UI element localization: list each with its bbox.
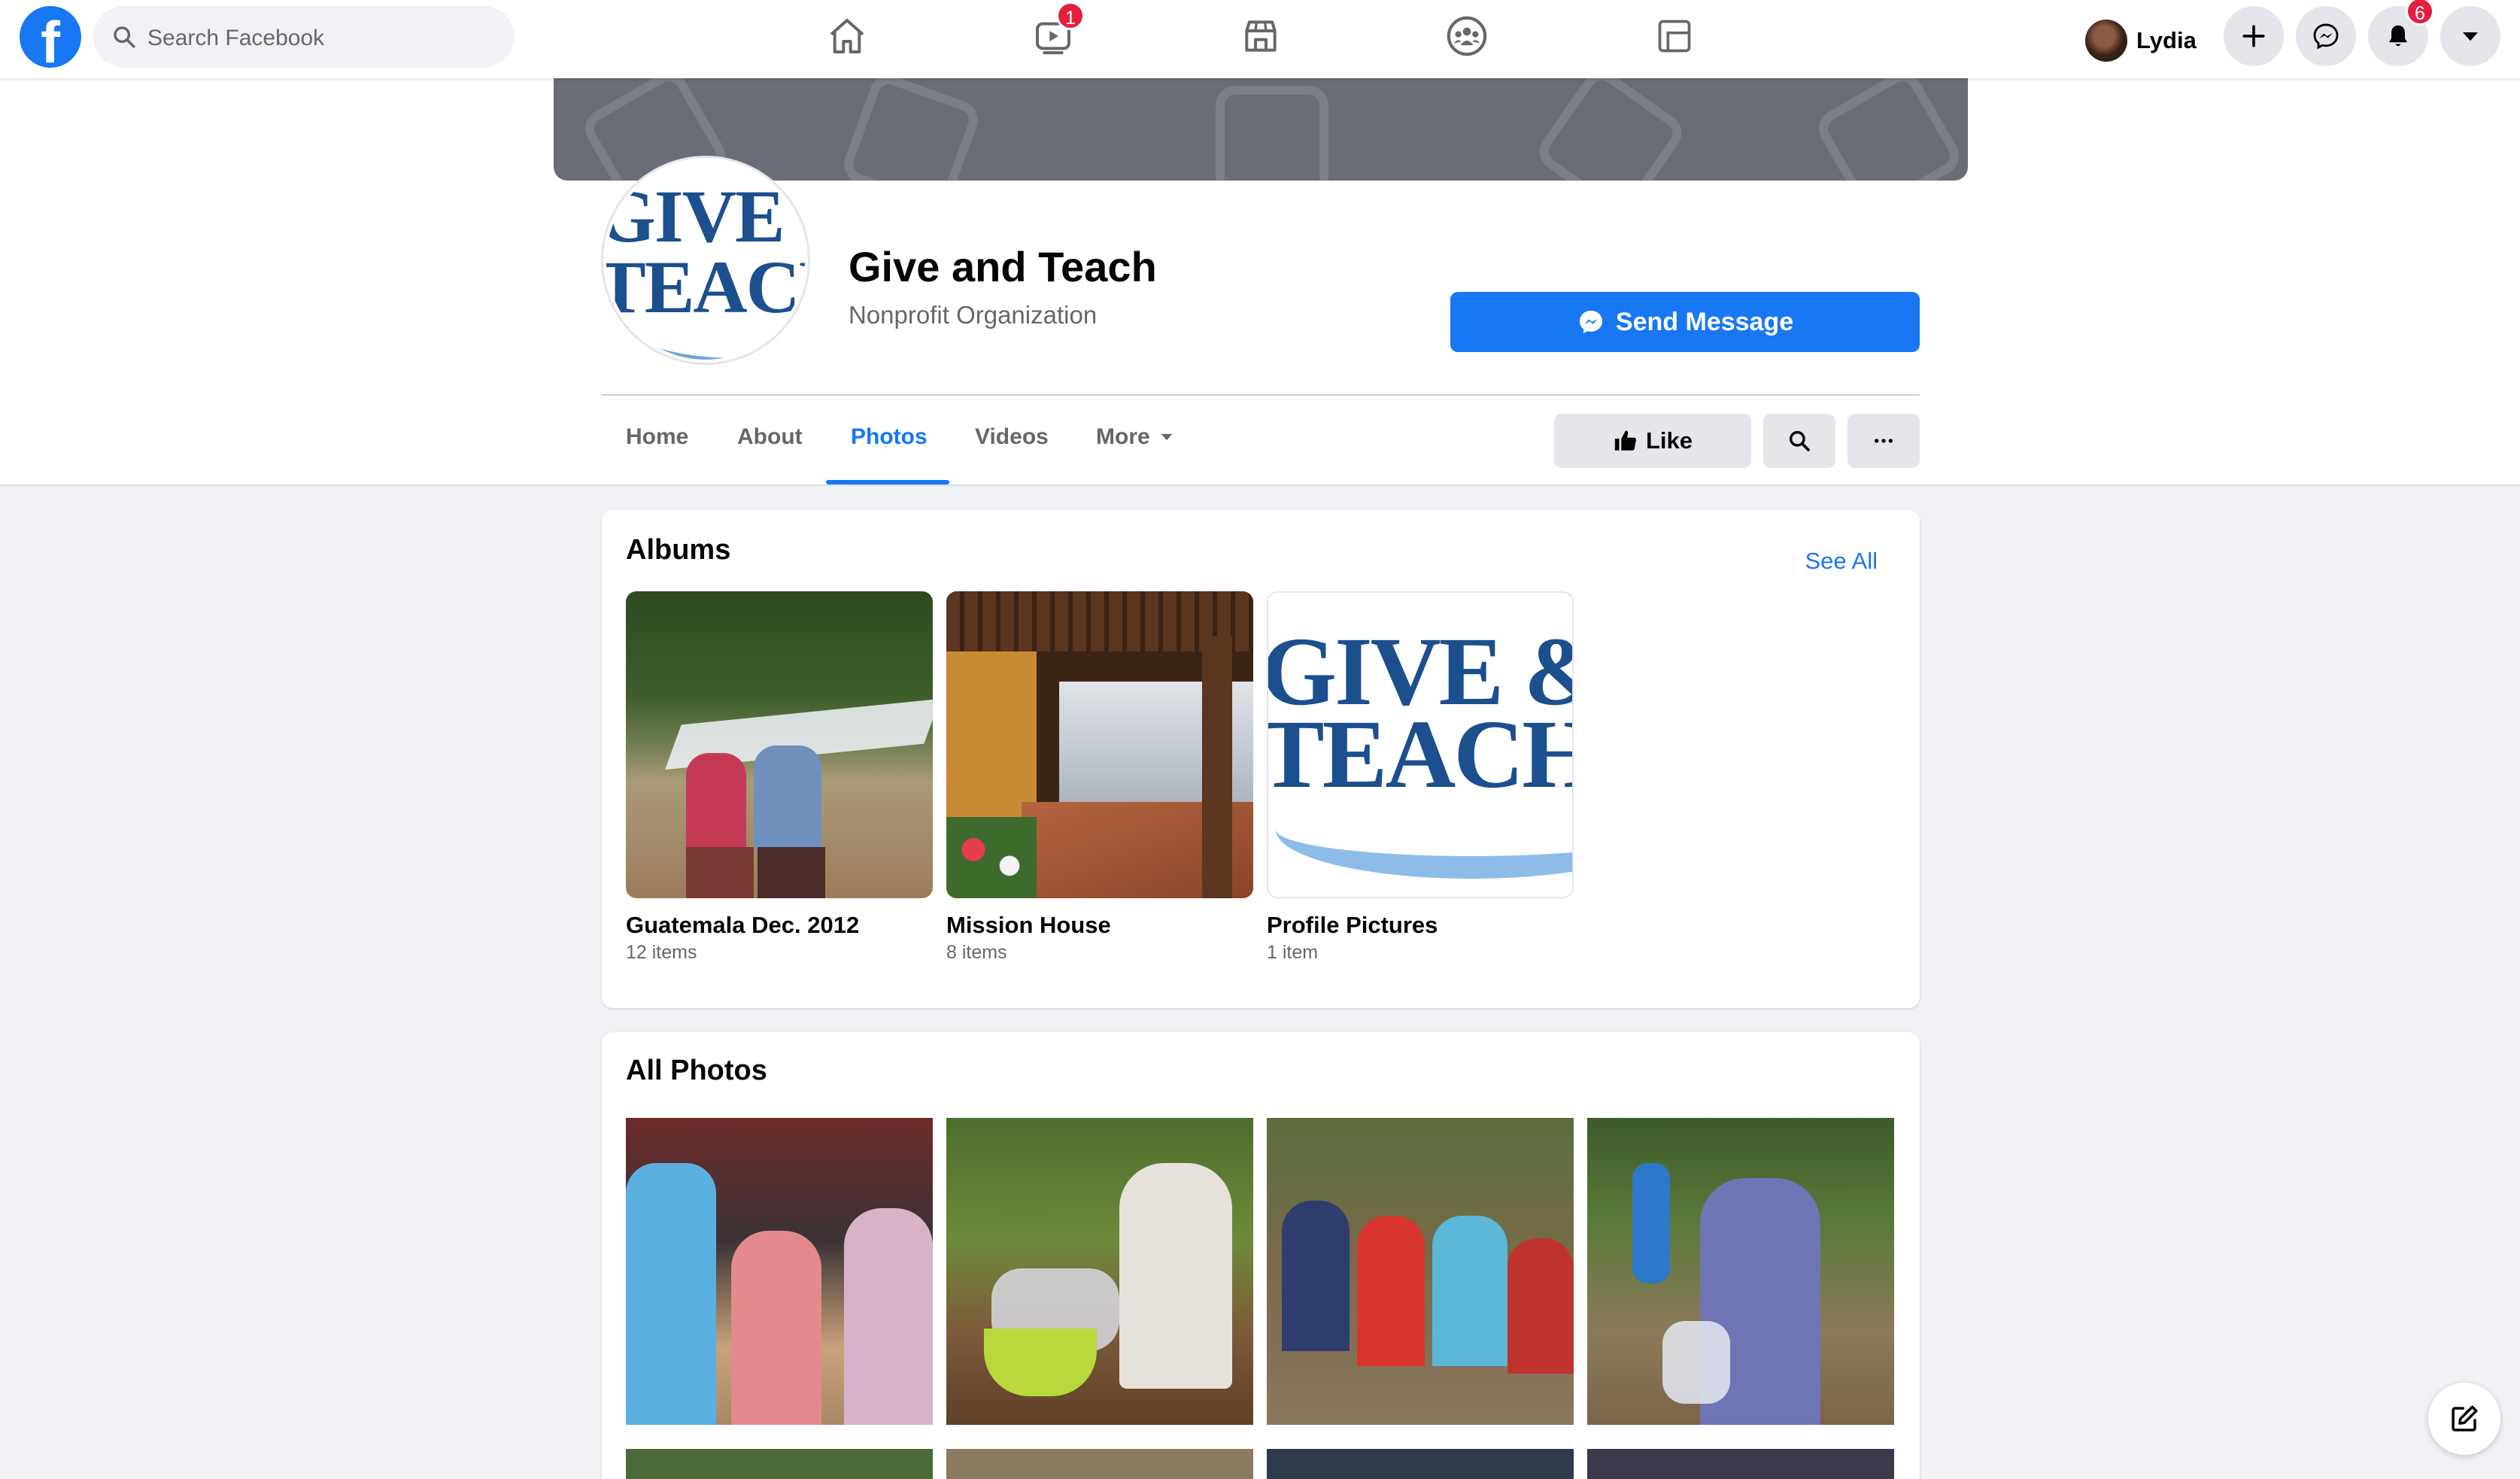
cover-pattern <box>1216 86 1328 181</box>
green-basket <box>984 1329 1097 1396</box>
search-input[interactable]: Search Facebook <box>93 6 515 68</box>
search-placeholder: Search Facebook <box>147 26 325 50</box>
tab-more-label: More <box>1096 424 1150 449</box>
child-figure <box>1432 1216 1507 1366</box>
nav-home[interactable] <box>802 0 892 72</box>
all-photos-title: All Photos <box>626 1055 767 1086</box>
search-icon <box>1789 430 1810 451</box>
album-mission-house[interactable]: Mission House 8 items <box>946 591 1253 963</box>
see-all-albums-link[interactable]: See All <box>1805 548 1878 575</box>
child-figure <box>686 753 746 851</box>
account-menu-button[interactable] <box>2440 6 2500 66</box>
album-name[interactable]: Profile Pictures <box>1267 912 1438 939</box>
top-navigation-bar: f Search Facebook 1 Lydia 6 <box>0 0 2520 78</box>
gaming-icon <box>1658 20 1691 53</box>
tab-photos[interactable]: Photos <box>851 424 928 450</box>
photo-thumbnail[interactable] <box>626 1449 933 1479</box>
header-divider <box>602 394 1920 396</box>
person-figure <box>844 1208 933 1425</box>
messenger-button[interactable] <box>2296 6 2356 66</box>
compose-icon <box>2452 1405 2478 1432</box>
cover-pattern <box>1532 78 1690 181</box>
child-figure <box>1119 1163 1232 1389</box>
page-profile-picture[interactable]: GIVE & TEACH <box>603 158 808 363</box>
photo-thumbnail[interactable] <box>946 1449 1253 1479</box>
messenger-icon <box>1579 310 1602 334</box>
tab-more[interactable]: More <box>1096 424 1174 450</box>
active-tab-indicator <box>826 480 949 484</box>
notifications-button[interactable]: 6 <box>2368 0 2434 66</box>
child-figure <box>1357 1216 1425 1366</box>
person-figure <box>731 1231 821 1425</box>
album-name[interactable]: Mission House <box>946 912 1111 939</box>
album-name[interactable]: Guatemala Dec. 2012 <box>626 912 859 939</box>
person-figure <box>626 1163 716 1425</box>
photo-thumbnail[interactable] <box>1267 1118 1574 1425</box>
nav-groups[interactable] <box>1422 0 1512 72</box>
more-options-button[interactable] <box>1847 414 1920 468</box>
profile-shortcut[interactable]: Lydia <box>2076 6 2204 68</box>
album-profile-pictures[interactable]: GIVE & TEACH Profile Pictures 1 item <box>1267 591 1574 963</box>
messenger-icon <box>2313 23 2339 50</box>
home-icon <box>830 19 864 53</box>
photo-thumbnail[interactable] <box>1587 1449 1894 1479</box>
like-label: Like <box>1645 427 1693 454</box>
send-message-label: Send Message <box>1615 307 1794 336</box>
page-category: Nonprofit Organization <box>849 301 1098 329</box>
new-message-button[interactable] <box>2428 1383 2500 1455</box>
search-page-button[interactable] <box>1763 414 1835 468</box>
skirt <box>758 847 825 898</box>
search-icon <box>114 26 135 48</box>
user-name: Lydia <box>2136 27 2197 53</box>
cover-photo[interactable] <box>554 78 1968 181</box>
marketplace-icon <box>1245 20 1277 52</box>
nav-marketplace[interactable] <box>1216 0 1306 72</box>
photo-thumbnail[interactable] <box>1267 1449 1574 1479</box>
notifications-badge: 6 <box>2406 0 2434 26</box>
album-cover-photo[interactable] <box>626 591 933 898</box>
child-figure <box>1632 1163 1670 1283</box>
thumbs-up-icon <box>1614 430 1636 451</box>
album-count: 12 items <box>626 942 697 963</box>
child-figure <box>1507 1238 1574 1374</box>
like-page-button[interactable]: Like <box>1554 414 1751 468</box>
skirt <box>686 847 754 898</box>
albums-title: Albums <box>626 534 731 566</box>
photo-thumbnail[interactable] <box>1587 1118 1894 1425</box>
send-message-button[interactable]: Send Message <box>1450 292 1920 352</box>
watch-notification-badge: 1 <box>1056 2 1085 30</box>
nav-gaming[interactable] <box>1629 0 1720 72</box>
tab-about[interactable]: About <box>737 424 803 450</box>
bell-icon <box>2389 25 2407 47</box>
groups-icon <box>1447 16 1487 56</box>
ellipsis-icon <box>1875 439 1893 443</box>
album-count: 8 items <box>946 942 1007 963</box>
wooden-post <box>1202 636 1232 898</box>
caret-down-icon <box>2463 32 2478 41</box>
album-count: 1 item <box>1267 942 1319 963</box>
page-title: Give and Teach <box>849 243 1157 290</box>
photo-thumbnail[interactable] <box>946 1118 1253 1425</box>
create-button[interactable] <box>2224 6 2284 66</box>
child-figure <box>754 746 821 851</box>
album-cover-photo[interactable]: GIVE & TEACH <box>1267 591 1574 898</box>
album-cover-photo[interactable] <box>946 591 1253 898</box>
child-figure <box>1282 1201 1350 1351</box>
cover-pattern <box>1811 78 1966 181</box>
photo-thumbnail[interactable] <box>626 1118 933 1425</box>
facebook-logo-icon[interactable]: f <box>20 6 81 68</box>
plastic-bag <box>1662 1321 1730 1404</box>
tab-videos[interactable]: Videos <box>975 424 1049 450</box>
album-guatemala[interactable]: Guatemala Dec. 2012 12 items <box>626 591 933 963</box>
plus-icon <box>2242 25 2265 47</box>
tab-home[interactable]: Home <box>626 424 688 450</box>
cover-pattern <box>838 78 984 181</box>
flowers <box>946 817 1037 898</box>
nav-watch[interactable]: 1 <box>1008 0 1098 72</box>
user-avatar <box>2085 20 2127 62</box>
caret-down-icon <box>1161 433 1173 441</box>
